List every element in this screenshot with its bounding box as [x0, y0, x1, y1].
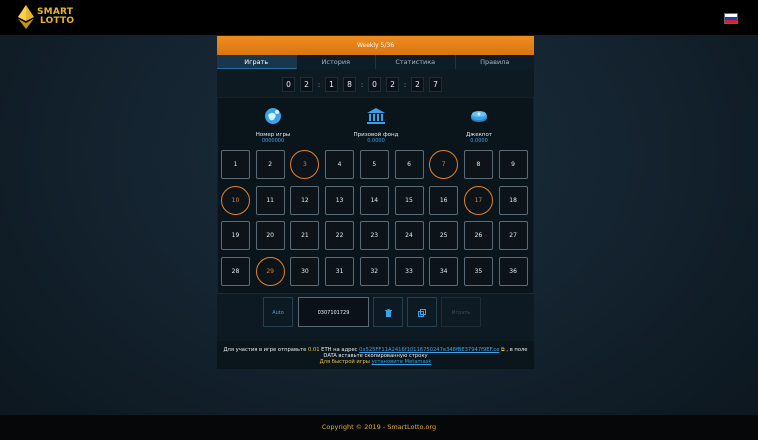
number-cell-19[interactable]: 19	[221, 221, 250, 250]
info-fast-prefix: Для быстрой игры	[319, 359, 370, 365]
logo-text: SMART LOTTO	[37, 8, 74, 26]
timer-digit: 0	[282, 77, 295, 92]
stat-game-number: Номер игры 0000000	[233, 106, 313, 144]
number-cell-17[interactable]: 17	[463, 185, 493, 215]
number-cell-34[interactable]: 34	[429, 256, 459, 286]
number-cell-14[interactable]: 14	[359, 185, 389, 215]
bank-icon	[367, 108, 385, 124]
number-cell-28[interactable]: 28	[221, 256, 250, 286]
footer: Copyright © 2019 - SmartLotto.org	[0, 415, 758, 440]
number-cell-27[interactable]: 27	[498, 221, 528, 250]
tab-bar: Играть История Статистика Правила	[217, 55, 534, 69]
timer-digit: 7	[429, 77, 442, 92]
number-cell-30[interactable]: 30	[290, 256, 320, 286]
info-amount: 0.01	[307, 347, 320, 353]
number-cell-36[interactable]: 36	[498, 256, 528, 286]
controls-bar: Auto 0307101729 Играть	[217, 293, 534, 336]
number-cell-33[interactable]: 33	[394, 256, 424, 286]
play-button[interactable]: Играть	[441, 297, 481, 327]
tab-rules[interactable]: Правила	[456, 55, 535, 69]
stat-prize-fund: Призовой фонд 0.0000	[336, 106, 416, 144]
stat-value: 0000000	[261, 138, 285, 144]
auto-button[interactable]: Auto	[263, 297, 293, 327]
number-cell-7[interactable]: 7	[429, 150, 459, 179]
number-cell-13[interactable]: 13	[325, 185, 355, 215]
metamask-link[interactable]: установите Metamask	[372, 359, 432, 365]
number-cell-12[interactable]: 12	[290, 185, 320, 215]
number-cell-26[interactable]: 26	[463, 221, 493, 250]
number-cell-22[interactable]: 22	[325, 221, 355, 250]
number-cell-4[interactable]: 4	[325, 150, 355, 179]
number-cell-3[interactable]: 3	[290, 150, 320, 179]
tab-play[interactable]: Играть	[217, 55, 297, 69]
number-cell-8[interactable]: 8	[463, 150, 493, 179]
timer-separator: :	[360, 80, 364, 89]
number-cell-18[interactable]: 18	[498, 185, 528, 215]
stat-jackpot: Джекпот 0.0000	[439, 106, 519, 144]
tab-statistics[interactable]: Статистика	[376, 55, 456, 69]
number-cell-5[interactable]: 5	[359, 150, 389, 179]
timer-digit: 2	[300, 77, 313, 92]
copy-address-icon[interactable]: ⧉	[501, 347, 505, 353]
timer-digit: 2	[411, 77, 424, 92]
info-line-1: Для участия в игре отправьте 0.01 ETH на…	[217, 347, 534, 359]
copy-icon	[418, 308, 426, 317]
stat-value: 0.0000	[470, 138, 488, 144]
number-cell-20[interactable]: 20	[255, 221, 285, 250]
lottery-title: Weekly 5/36	[217, 36, 534, 55]
globe-coin-icon	[265, 108, 281, 124]
timer-digit: 2	[386, 77, 399, 92]
number-cell-23[interactable]: 23	[359, 221, 389, 250]
footer-copyright: Copyright © 2019 -	[321, 423, 386, 431]
number-cell-15[interactable]: 15	[394, 185, 424, 215]
number-cell-21[interactable]: 21	[290, 221, 320, 250]
participation-info: Для участия в игре отправьте 0.01 ETH на…	[217, 341, 534, 369]
russian-flag-icon[interactable]	[724, 13, 738, 24]
countdown-timer: 0 2 : 1 8 : 0 2 : 2 7	[282, 77, 442, 92]
timer-separator: :	[403, 80, 407, 89]
combination-field[interactable]: 0307101729	[298, 297, 369, 327]
stat-value: 0.0000	[367, 138, 385, 144]
smartlotto-logo[interactable]: SMART LOTTO	[18, 4, 74, 30]
ethereum-diamond-icon	[18, 5, 34, 29]
number-cell-31[interactable]: 31	[325, 256, 355, 286]
number-cell-2[interactable]: 2	[255, 150, 285, 179]
footer-site-link[interactable]: SmartLotto.org	[387, 423, 436, 431]
timer-digit: 8	[343, 77, 356, 92]
info-line-2: Для быстрой игры установите Metamask	[217, 359, 534, 365]
trash-icon	[384, 308, 392, 317]
money-stack-icon	[471, 111, 487, 122]
number-cell-25[interactable]: 25	[429, 221, 459, 250]
top-bar: SMART LOTTO	[0, 0, 758, 35]
number-cell-10[interactable]: 10	[221, 185, 250, 215]
info-text: Для участия в игре отправьте	[223, 347, 307, 353]
number-cell-1[interactable]: 1	[221, 150, 250, 179]
number-cell-6[interactable]: 6	[394, 150, 424, 179]
number-cell-9[interactable]: 9	[498, 150, 528, 179]
number-cell-16[interactable]: 16	[429, 185, 459, 215]
number-cell-35[interactable]: 35	[463, 256, 493, 286]
number-cell-32[interactable]: 32	[359, 256, 389, 286]
timer-separator: :	[317, 80, 321, 89]
timer-digit: 1	[325, 77, 338, 92]
clear-button[interactable]	[373, 297, 403, 327]
logo-line-2: LOTTO	[40, 16, 75, 26]
copy-button[interactable]	[407, 297, 437, 327]
number-cell-11[interactable]: 11	[255, 185, 285, 215]
tab-history[interactable]: История	[297, 55, 376, 69]
number-cell-29[interactable]: 29	[255, 256, 285, 286]
timer-digit: 0	[368, 77, 381, 92]
number-cell-24[interactable]: 24	[394, 221, 424, 250]
